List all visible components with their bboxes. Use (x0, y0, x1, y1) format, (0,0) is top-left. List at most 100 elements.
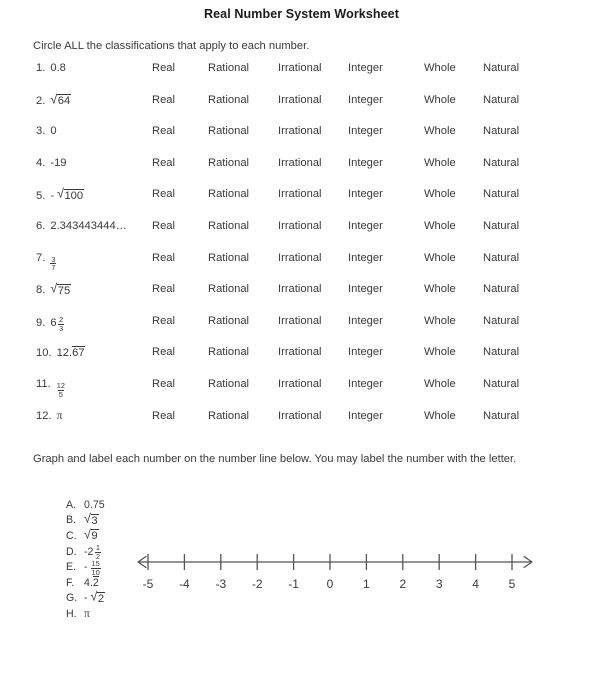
classification-option-rational[interactable]: Rational (208, 252, 249, 264)
classification-option-irrational[interactable]: Irrational (278, 346, 322, 358)
classification-options: Real Rational Irrational Integer Whole Natura… (33, 346, 563, 360)
classification-option-whole[interactable]: Whole (424, 346, 456, 358)
classification-option-rational[interactable]: Rational (208, 157, 249, 169)
classification-option-natural[interactable]: Natural (483, 378, 519, 390)
number-line: -5 -4 -3 -2 -1 0 1 2 3 4 5 (130, 548, 540, 594)
classification-option-integer[interactable]: Integer (348, 157, 383, 169)
classification-table: 1. 0.8 Real Rational Irrational Integer Whole N… (33, 62, 563, 441)
classification-option-irrational[interactable]: Irrational (278, 188, 322, 200)
classification-option-whole[interactable]: Whole (424, 94, 456, 106)
item-value: 0.75 (84, 499, 105, 511)
classification-option-irrational[interactable]: Irrational (278, 410, 322, 422)
classification-option-rational[interactable]: Rational (208, 346, 249, 358)
item-letter: B. (66, 514, 77, 527)
list-item: B. √ 3 (66, 513, 144, 529)
classification-option-integer[interactable]: Integer (348, 410, 383, 422)
classification-option-integer[interactable]: Integer (348, 283, 383, 295)
classification-option-integer[interactable]: Integer (348, 378, 383, 390)
classification-option-rational[interactable]: Rational (208, 378, 249, 390)
classification-option-natural[interactable]: Natural (483, 220, 519, 232)
axis-tick-label: -5 (143, 577, 154, 591)
classification-option-natural[interactable]: Natural (483, 315, 519, 327)
classification-option-real[interactable]: Real (152, 315, 175, 327)
number-text: 0.75 (84, 498, 105, 511)
classification-option-natural[interactable]: Natural (483, 125, 519, 137)
axis-tick-label: 2 (399, 577, 406, 591)
classification-option-real[interactable]: Real (152, 62, 175, 74)
classification-option-whole[interactable]: Whole (424, 410, 456, 422)
classification-option-real[interactable]: Real (152, 157, 175, 169)
classification-option-natural[interactable]: Natural (483, 252, 519, 264)
classification-option-rational[interactable]: Rational (208, 62, 249, 74)
classification-option-rational[interactable]: Rational (208, 188, 249, 200)
minus-sign: - (84, 561, 88, 574)
classification-option-real[interactable]: Real (152, 378, 175, 390)
classification-options: Real Rational Irrational Integer Whole Natura… (33, 125, 563, 139)
classification-option-irrational[interactable]: Irrational (278, 220, 322, 232)
classification-option-natural[interactable]: Natural (483, 346, 519, 358)
classification-option-rational[interactable]: Rational (208, 315, 249, 327)
classification-option-integer[interactable]: Integer (348, 94, 383, 106)
classification-option-irrational[interactable]: Irrational (278, 252, 322, 264)
classification-option-rational[interactable]: Rational (208, 410, 249, 422)
classification-option-real[interactable]: Real (152, 410, 175, 422)
classification-option-irrational[interactable]: Irrational (278, 157, 322, 169)
fraction: 15 10 (90, 560, 101, 577)
classification-option-real[interactable]: Real (152, 188, 175, 200)
list-item: H. π (66, 606, 144, 622)
item-letter: G. (66, 592, 78, 605)
classification-option-integer[interactable]: Integer (348, 252, 383, 264)
classification-options: Real Rational Irrational Integer Whole Natura… (33, 283, 563, 297)
item-letter: E. (66, 561, 77, 574)
classification-option-irrational[interactable]: Irrational (278, 62, 322, 74)
classification-option-natural[interactable]: Natural (483, 188, 519, 200)
classification-option-integer[interactable]: Integer (348, 220, 383, 232)
square-root: √ 2 (91, 591, 106, 605)
classification-options: Real Rational Irrational Integer Whole Natura… (33, 94, 563, 108)
classification-option-real[interactable]: Real (152, 283, 175, 295)
table-row: 5. - √ 100 Real Rational Irrational Integer Whol… (33, 188, 563, 220)
classification-option-natural[interactable]: Natural (483, 62, 519, 74)
radicand: 3 (90, 513, 99, 527)
classification-option-rational[interactable]: Rational (208, 220, 249, 232)
classification-option-rational[interactable]: Rational (208, 94, 249, 106)
classification-option-whole[interactable]: Whole (424, 252, 456, 264)
classification-option-rational[interactable]: Rational (208, 125, 249, 137)
classification-option-natural[interactable]: Natural (483, 157, 519, 169)
classification-option-whole[interactable]: Whole (424, 188, 456, 200)
classification-option-rational[interactable]: Rational (208, 283, 249, 295)
classification-option-natural[interactable]: Natural (483, 94, 519, 106)
classification-option-real[interactable]: Real (152, 252, 175, 264)
table-row: 7. 3 7 Real Rational Irrational Integer Whole Na… (33, 252, 563, 284)
classification-option-whole[interactable]: Whole (424, 220, 456, 232)
classification-option-whole[interactable]: Whole (424, 283, 456, 295)
classification-option-whole[interactable]: Whole (424, 378, 456, 390)
classification-option-irrational[interactable]: Irrational (278, 315, 322, 327)
classification-options: Real Rational Irrational Integer Whole Natura… (33, 315, 563, 329)
axis-tick-label: -1 (288, 577, 299, 591)
classification-option-whole[interactable]: Whole (424, 315, 456, 327)
classification-option-whole[interactable]: Whole (424, 125, 456, 137)
classification-option-natural[interactable]: Natural (483, 283, 519, 295)
classification-option-irrational[interactable]: Irrational (278, 94, 322, 106)
instruction-graph: Graph and label each number on the numbe… (33, 453, 517, 465)
classification-option-real[interactable]: Real (152, 346, 175, 358)
axis-tick-label: 5 (509, 577, 516, 591)
classification-option-real[interactable]: Real (152, 125, 175, 137)
classification-option-whole[interactable]: Whole (424, 157, 456, 169)
classification-option-integer[interactable]: Integer (348, 125, 383, 137)
classification-option-real[interactable]: Real (152, 220, 175, 232)
classification-option-natural[interactable]: Natural (483, 410, 519, 422)
classification-option-whole[interactable]: Whole (424, 62, 456, 74)
classification-option-irrational[interactable]: Irrational (278, 378, 322, 390)
classification-option-irrational[interactable]: Irrational (278, 125, 322, 137)
classification-option-integer[interactable]: Integer (348, 62, 383, 74)
classification-option-integer[interactable]: Integer (348, 188, 383, 200)
classification-options: Real Rational Irrational Integer Whole Natura… (33, 188, 563, 202)
classification-option-integer[interactable]: Integer (348, 346, 383, 358)
classification-option-integer[interactable]: Integer (348, 315, 383, 327)
item-value: -15 10 (84, 559, 101, 576)
classification-options: Real Rational Irrational Integer Whole Natura… (33, 157, 563, 171)
classification-option-real[interactable]: Real (152, 94, 175, 106)
classification-option-irrational[interactable]: Irrational (278, 283, 322, 295)
